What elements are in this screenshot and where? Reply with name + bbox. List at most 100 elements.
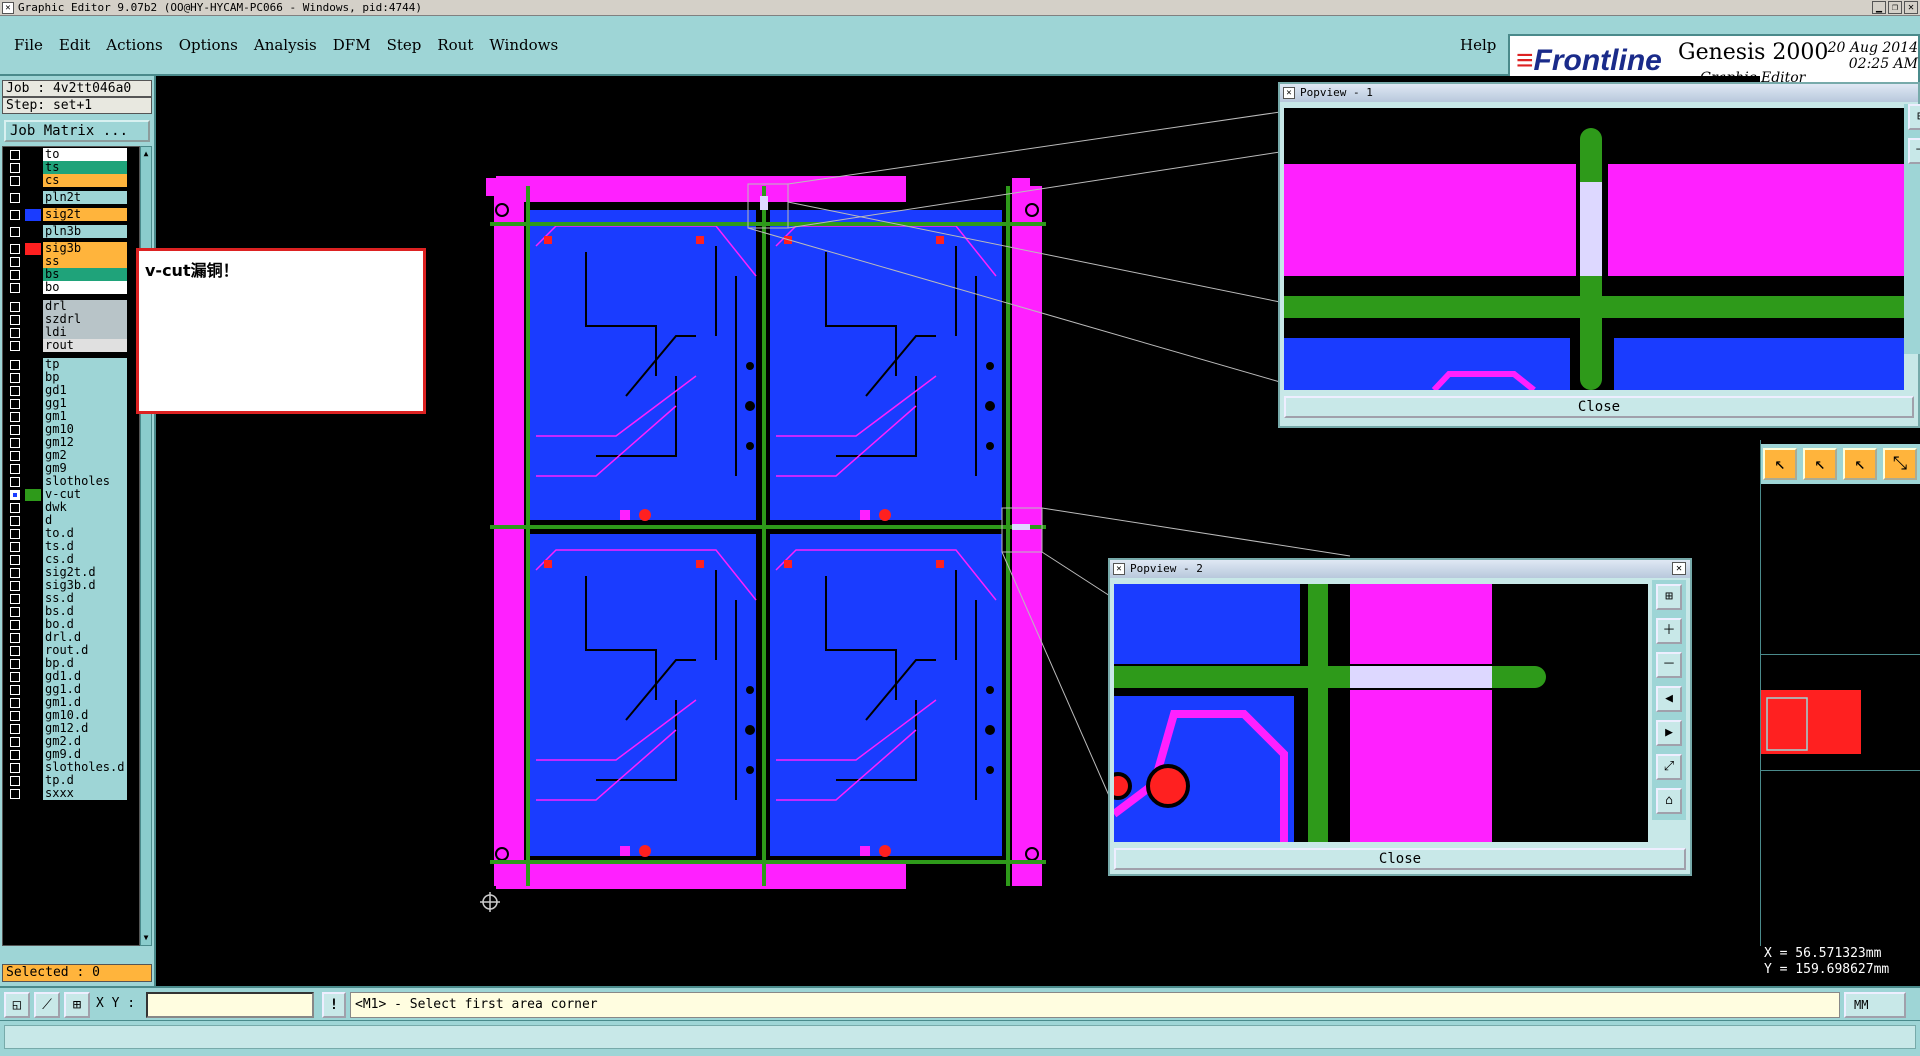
select-single-icon[interactable]: ↖ [1803,448,1837,480]
layer-checkbox[interactable] [10,438,20,448]
layer-checkbox[interactable] [10,360,20,370]
popview-1-titlebar[interactable]: ✕ Popview - 1 [1280,84,1918,102]
zoom-home-icon[interactable]: ⌂ [1656,788,1682,814]
layer-checkbox[interactable] [10,490,20,500]
menu-dfm[interactable]: DFM [333,36,371,54]
close-icon[interactable]: ✕ [1904,1,1918,14]
close-icon[interactable]: ✕ [1672,562,1686,575]
measure-icon[interactable]: ⟋ [34,992,60,1018]
zoom-window-icon[interactable]: ⊞ [1656,584,1682,610]
layer-checkbox[interactable] [10,257,20,267]
layer-checkbox[interactable] [10,529,20,539]
popview-2-titlebar[interactable]: ✕ Popview - 2 ✕ [1110,560,1690,578]
layer-row[interactable]: pln2t [3,190,141,205]
layer-checkbox[interactable] [10,685,20,695]
layer-checkbox[interactable] [10,283,20,293]
popview-1-window[interactable]: ✕ Popview - 1 Close [1278,82,1920,428]
layer-checkbox[interactable] [10,789,20,799]
layer-checkbox[interactable] [10,386,20,396]
layer-checkbox[interactable] [10,750,20,760]
layer-checkbox[interactable] [10,698,20,708]
pan-left-icon[interactable]: ◀ [1656,686,1682,712]
menu-rout[interactable]: Rout [437,36,473,54]
layer-checkbox[interactable] [10,328,20,338]
select-multi-icon[interactable]: ↖ [1843,448,1877,480]
layer-checkbox[interactable] [10,776,20,786]
layer-checkbox[interactable] [10,425,20,435]
layer-checkbox[interactable] [10,176,20,186]
zoom-out-icon[interactable]: － [1656,652,1682,678]
layer-checkbox[interactable] [10,227,20,237]
popview-1-close-button[interactable]: Close [1284,396,1914,418]
layer-checkbox[interactable] [10,568,20,578]
zoom-in-icon[interactable]: ＋ [1656,618,1682,644]
minimize-icon[interactable]: ▁ [1872,1,1886,14]
layer-checkbox[interactable] [10,163,20,173]
layer-checkbox[interactable] [10,302,20,312]
layer-row[interactable]: bo [3,280,141,295]
layer-checkbox[interactable] [10,451,20,461]
layer-checkbox[interactable] [10,373,20,383]
popview-2-window[interactable]: ✕ Popview - 2 ✕ ⊞ ＋ － ◀ ▶ ⤢ ⌂ Close [1108,558,1692,876]
layer-row[interactable]: cs [3,173,141,188]
layer-checkbox[interactable] [10,581,20,591]
popview-2-close-button[interactable]: Close [1114,848,1686,870]
layer-checkbox[interactable] [10,763,20,773]
popview-2-canvas[interactable] [1114,584,1648,842]
zoom-fit-icon[interactable]: ⤢ [1656,754,1682,780]
layer-checkbox[interactable] [10,672,20,682]
menu-actions[interactable]: Actions [106,36,162,54]
layer-checkbox[interactable] [10,646,20,656]
layer-row[interactable]: pln3b [3,224,141,239]
select-net-icon[interactable]: ⤡ [1883,448,1917,480]
layer-checkbox[interactable] [10,711,20,721]
layer-checkbox[interactable] [10,659,20,669]
grid-icon[interactable]: ⊞ [64,992,90,1018]
layer-checkbox[interactable] [10,210,20,220]
maximize-icon[interactable]: ❐ [1888,1,1902,14]
menu-edit[interactable]: Edit [59,36,90,54]
zoom-window-icon[interactable]: ⊞ [1908,104,1920,130]
layer-checkbox[interactable] [10,620,20,630]
layer-row[interactable]: sig2t [3,207,141,222]
snap-icon[interactable]: ◱ [4,992,30,1018]
overview-map[interactable] [1761,690,1920,760]
layer-checkbox[interactable] [10,503,20,513]
layer-checkbox[interactable] [10,724,20,734]
menu-step[interactable]: Step [387,36,422,54]
scroll-up-icon[interactable]: ▲ [141,149,151,159]
layer-row[interactable]: sxxx [3,786,141,801]
layer-checkbox[interactable] [10,412,20,422]
layer-checkbox[interactable] [10,594,20,604]
zoom-in-icon[interactable]: ＋ [1908,138,1920,164]
layer-checkbox[interactable] [10,341,20,351]
xy-input[interactable] [146,992,314,1018]
layer-checkbox[interactable] [10,464,20,474]
layer-checkbox[interactable] [10,542,20,552]
menu-analysis[interactable]: Analysis [254,36,317,54]
layer-checkbox[interactable] [10,244,20,254]
layer-checkbox[interactable] [10,270,20,280]
menu-file[interactable]: File [14,36,43,54]
scroll-down-icon[interactable]: ▼ [141,933,151,943]
layer-checkbox[interactable] [10,516,20,526]
layer-checkbox[interactable] [10,315,20,325]
layer-checkbox[interactable] [10,737,20,747]
menu-windows[interactable]: Windows [489,36,558,54]
menu-help[interactable]: Help [1460,36,1496,54]
units-selector[interactable]: MM [1844,992,1906,1018]
layer-checkbox[interactable] [10,555,20,565]
job-matrix-button[interactable]: Job Matrix ... [4,120,150,142]
layer-checkbox[interactable] [10,607,20,617]
layer-checkbox[interactable] [10,477,20,487]
pan-right-icon[interactable]: ▶ [1656,720,1682,746]
layer-checkbox[interactable] [10,399,20,409]
layer-row[interactable]: rout [3,338,141,353]
layer-checkbox[interactable] [10,633,20,643]
popview-1-canvas[interactable] [1284,108,1904,390]
abort-button[interactable]: ! [322,992,346,1018]
layer-checkbox[interactable] [10,193,20,203]
select-pointer-icon[interactable]: ↖ [1763,448,1797,480]
menu-options[interactable]: Options [179,36,238,54]
layer-checkbox[interactable] [10,150,20,160]
